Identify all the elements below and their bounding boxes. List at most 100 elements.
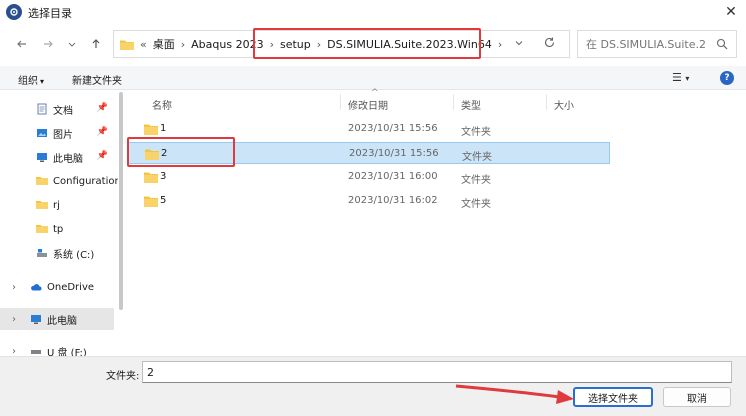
crumb-separator[interactable]: › <box>498 38 502 51</box>
folder-icon <box>144 196 158 207</box>
file-row[interactable]: 5 2023/10/31 16:02 文件夹 <box>128 190 610 212</box>
sidebar-item-label: 此电脑 <box>53 153 83 165</box>
refresh-button[interactable] <box>543 36 559 52</box>
sidebar-item-this-pc[interactable]: › 此电脑 <box>0 308 114 330</box>
file-row[interactable]: 1 2023/10/31 15:56 文件夹 <box>128 118 610 140</box>
file-name: 2 <box>161 148 168 159</box>
sidebar-item-label: Configuration <box>53 175 118 187</box>
back-button[interactable] <box>14 36 30 52</box>
close-button[interactable]: ✕ <box>716 0 746 24</box>
sidebar-item-this-pc-pinned[interactable]: 此电脑 📌 <box>0 146 114 168</box>
chevron-down-icon <box>515 41 523 46</box>
arrow-left-icon <box>17 40 26 48</box>
refresh-icon <box>544 37 555 47</box>
organize-label: 组织 <box>18 76 38 87</box>
view-options-button[interactable]: ☰ ▾ <box>672 71 689 84</box>
chevron-right-icon[interactable]: › <box>12 282 16 293</box>
crumb-abaqus[interactable]: Abaqus 2023 <box>191 38 263 51</box>
sidebar-item-tp[interactable]: tp <box>0 218 114 240</box>
folder-icon <box>144 172 158 183</box>
caret-down-icon: ▾ <box>40 77 45 86</box>
picture-icon <box>37 129 47 137</box>
file-modified: 2023/10/31 16:00 <box>348 171 438 182</box>
sidebar-item-label: 图片 <box>53 129 73 141</box>
pin-icon: 📌 <box>96 103 108 113</box>
cancel-button[interactable]: 取消 <box>663 387 731 407</box>
address-bar[interactable]: « 桌面 › Abaqus 2023 › setup › DS.SIMULIA.… <box>113 30 570 58</box>
sidebar-item-rj[interactable]: rj <box>0 194 114 216</box>
column-divider[interactable] <box>453 94 454 110</box>
column-header-modified[interactable]: 修改日期 <box>348 97 388 112</box>
search-box[interactable] <box>577 30 737 58</box>
pin-icon: 📌 <box>96 127 108 137</box>
folder-icon <box>120 40 134 50</box>
file-row[interactable]: 3 2023/10/31 16:00 文件夹 <box>128 166 610 188</box>
file-modified: 2023/10/31 15:56 <box>348 123 438 134</box>
overflow-crumbs[interactable]: « <box>140 38 147 51</box>
crumb-separator[interactable]: › <box>270 38 274 51</box>
column-header-name[interactable]: 名称 <box>152 97 172 112</box>
sidebar-item-documents[interactable]: 文档 📌 <box>0 98 114 120</box>
help-icon[interactable]: ? <box>720 71 734 85</box>
file-type: 文件夹 <box>461 199 491 210</box>
window-title: 选择目录 <box>28 7 72 20</box>
file-name: 1 <box>160 123 167 134</box>
sidebar-item-label: U 盘 (F:) <box>47 347 87 357</box>
drive-icon <box>37 249 47 257</box>
sidebar-scrollbar[interactable] <box>119 92 123 310</box>
sidebar-item-label: tp <box>53 223 64 235</box>
forward-button[interactable] <box>40 36 56 52</box>
file-type: 文件夹 <box>461 175 491 186</box>
organize-menu[interactable]: 组织 ▾ <box>18 72 44 87</box>
crumb-desktop[interactable]: 桌面 <box>153 36 175 52</box>
folder-field[interactable] <box>142 361 732 383</box>
select-folder-button[interactable]: 选择文件夹 <box>573 387 653 407</box>
folder-icon <box>145 149 159 160</box>
search-input[interactable] <box>586 37 706 51</box>
navigation-pane: 文档 📌 图片 📌 此电脑 📌 Configuration rj tp 系统 (… <box>0 90 118 356</box>
folder-icon <box>36 177 48 185</box>
column-header-size[interactable]: 大小 <box>554 97 574 112</box>
file-modified: 2023/10/31 16:02 <box>348 195 438 206</box>
recent-locations-button[interactable] <box>64 36 80 52</box>
file-name: 3 <box>160 171 167 182</box>
title-bar: 选择目录 ✕ <box>0 0 746 24</box>
file-type: 文件夹 <box>462 152 492 163</box>
column-divider[interactable] <box>546 94 547 110</box>
up-button[interactable] <box>88 36 104 52</box>
arrow-right-icon <box>44 40 53 48</box>
crumb-suite[interactable]: DS.SIMULIA.Suite.2023.Win64 <box>327 38 492 51</box>
chevron-down-icon <box>68 42 76 47</box>
sidebar-item-label: 文档 <box>53 105 73 117</box>
folder-icon <box>144 124 158 135</box>
dialog-footer: 文件夹: 选择文件夹 取消 <box>0 356 746 416</box>
crumb-setup[interactable]: setup <box>280 38 311 51</box>
column-header-type[interactable]: 类型 <box>461 97 481 112</box>
sidebar-item-onedrive[interactable]: › OneDrive <box>0 276 114 298</box>
computer-icon <box>31 315 41 324</box>
chevron-right-icon[interactable]: › <box>12 346 16 357</box>
folder-field-label: 文件夹: <box>106 371 140 382</box>
address-history-dropdown[interactable] <box>514 38 528 52</box>
sidebar-item-label: OneDrive <box>47 281 95 293</box>
command-bar: 组织 ▾ 新建文件夹 ☰ ▾ ? <box>0 66 746 90</box>
sidebar-item-configuration[interactable]: Configuration <box>0 170 118 192</box>
new-folder-button[interactable]: 新建文件夹 <box>72 72 122 87</box>
column-divider[interactable] <box>340 94 341 110</box>
sidebar-item-label: rj <box>53 199 60 211</box>
file-list: ^ 名称 修改日期 类型 大小 1 2023/10/31 15:56 文件夹 2… <box>128 88 746 356</box>
chevron-right-icon[interactable]: › <box>12 314 16 325</box>
sidebar-item-system-c[interactable]: 系统 (C:) <box>0 242 114 264</box>
computer-icon <box>37 153 47 162</box>
sidebar-item-usb-f[interactable]: › U 盘 (F:) <box>0 340 114 357</box>
folder-icon <box>36 201 48 209</box>
list-view-icon: ☰ <box>672 71 682 84</box>
crumb-separator[interactable]: › <box>317 38 321 51</box>
file-row-selected[interactable]: 2 2023/10/31 15:56 文件夹 <box>128 142 610 164</box>
crumb-separator[interactable]: › <box>181 38 185 51</box>
sidebar-item-pictures[interactable]: 图片 📌 <box>0 122 114 144</box>
file-name: 5 <box>160 195 167 206</box>
cloud-icon <box>31 284 42 291</box>
arrow-up-icon <box>92 39 100 48</box>
file-modified: 2023/10/31 15:56 <box>349 148 439 159</box>
